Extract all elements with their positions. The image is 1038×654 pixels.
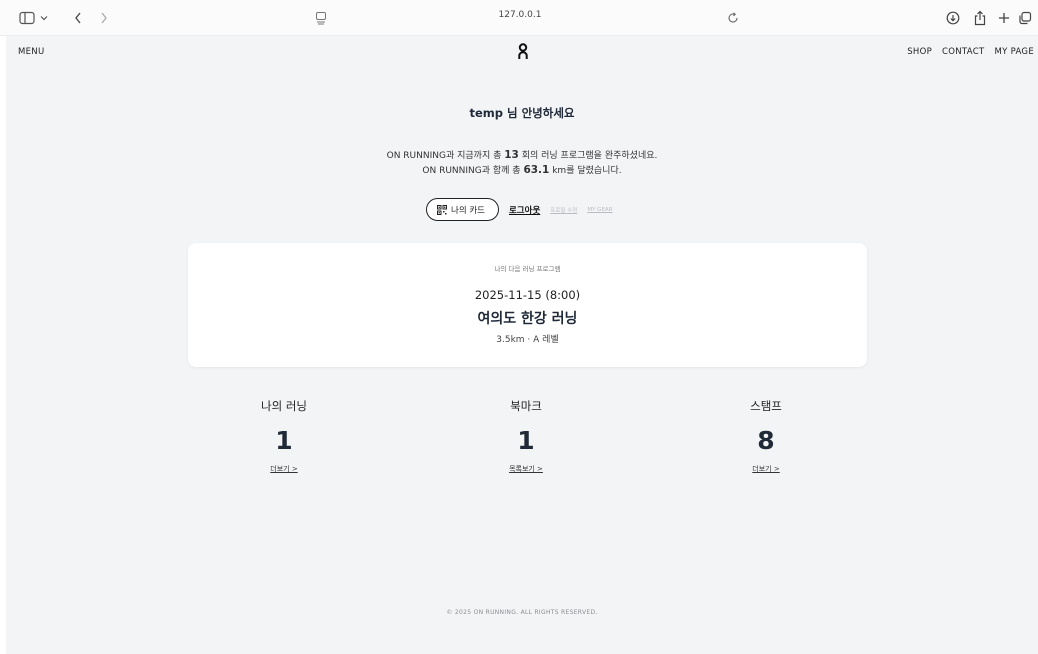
reader-icon [316, 12, 326, 25]
reader-button[interactable] [312, 7, 330, 29]
page-content: MENU SHOP CONTACT MY PAGE temp 님 안녕하세요 O… [6, 36, 1038, 654]
running-stats-text: ON RUNNING과 지금까지 총 13 회의 러닝 프로그램을 완주하셨네요… [6, 148, 1038, 178]
more-link[interactable]: 더보기 > [270, 464, 297, 474]
next-program-meta: 3.5km · A 레벨 [496, 335, 559, 345]
my-card-button[interactable]: 나의 카드 [426, 198, 499, 221]
stats-line2-prefix: ON RUNNING과 함께 총 [422, 166, 524, 176]
chevron-right-icon [101, 12, 107, 24]
logout-link[interactable]: 로그아웃 [509, 204, 540, 216]
address-bar[interactable]: 127.0.0.1 [380, 10, 660, 20]
downloads-button[interactable] [942, 7, 964, 29]
stamp-summary: 스탬프 8 더보기 > [706, 398, 826, 475]
new-tab-button[interactable] [994, 7, 1014, 29]
more-link[interactable]: 더보기 > [752, 464, 779, 474]
my-card-label: 나의 카드 [451, 205, 485, 216]
bookmark-summary: 북마크 1 목록보기 > [466, 398, 586, 475]
back-button[interactable] [68, 7, 88, 29]
reload-button[interactable] [724, 7, 742, 29]
forward-button[interactable] [94, 7, 114, 29]
contact-link[interactable]: CONTACT [942, 47, 984, 57]
next-program-datetime: 2025-11-15 (8:00) [474, 288, 581, 302]
summary-title: 나의 러닝 [261, 399, 307, 413]
my-page-link[interactable]: MY PAGE [994, 47, 1034, 57]
stats-line1-prefix: ON RUNNING과 지금까지 총 [386, 151, 505, 161]
profile-actions: 나의 카드 로그아웃 프로필 수정 MY GEAR [426, 198, 613, 221]
share-button[interactable] [969, 7, 991, 29]
greeting-heading: temp 님 안녕하세요 [469, 106, 575, 120]
on-logo-icon[interactable] [511, 42, 535, 62]
view-list-link[interactable]: 목록보기 > [509, 464, 543, 474]
menu-link[interactable]: MENU [18, 47, 44, 57]
sidebar-icon [19, 11, 48, 25]
next-program-title: 여의도 한강 러닝 [477, 311, 578, 327]
chevron-left-icon [75, 12, 81, 24]
summary-value: 1 [517, 426, 535, 455]
summary-value: 8 [757, 426, 775, 455]
plus-icon [999, 13, 1009, 23]
footer-copyright: © 2025 ON RUNNING. ALL RIGHTS RESERVED. [446, 609, 598, 616]
edit-profile-link[interactable]: 프로필 수정 [550, 206, 577, 214]
share-icon [974, 10, 986, 26]
stats-line2-suffix: km를 달렸습니다. [549, 166, 622, 176]
total-distance-km: 63.1 [523, 164, 550, 176]
completed-programs-count: 13 [504, 149, 519, 161]
next-program-card[interactable]: 나의 다음 러닝 프로그램 2025-11-15 (8:00) 여의도 한강 러… [188, 243, 867, 367]
tab-overview-button[interactable] [1015, 7, 1035, 29]
download-icon [946, 11, 960, 25]
my-running-summary: 나의 러닝 1 더보기 > [224, 398, 344, 475]
browser-toolbar: 127.0.0.1 [0, 0, 1038, 36]
shop-link[interactable]: SHOP [907, 47, 932, 57]
summary-value: 1 [275, 426, 293, 455]
tabs-overview-icon [1019, 11, 1032, 25]
sidebar-toggle-button[interactable] [14, 7, 58, 29]
next-program-label: 나의 다음 러닝 프로그램 [494, 265, 561, 273]
qr-code-icon [437, 204, 447, 215]
reload-icon [728, 12, 738, 23]
top-nav-links: SHOP CONTACT MY PAGE [907, 47, 1034, 57]
summary-title: 북마크 [510, 399, 542, 413]
my-gear-link[interactable]: MY GEAR [587, 207, 612, 213]
summary-title: 스탬프 [750, 399, 782, 413]
stats-line1-suffix: 회의 러닝 프로그램을 완주하셨네요. [518, 151, 658, 161]
